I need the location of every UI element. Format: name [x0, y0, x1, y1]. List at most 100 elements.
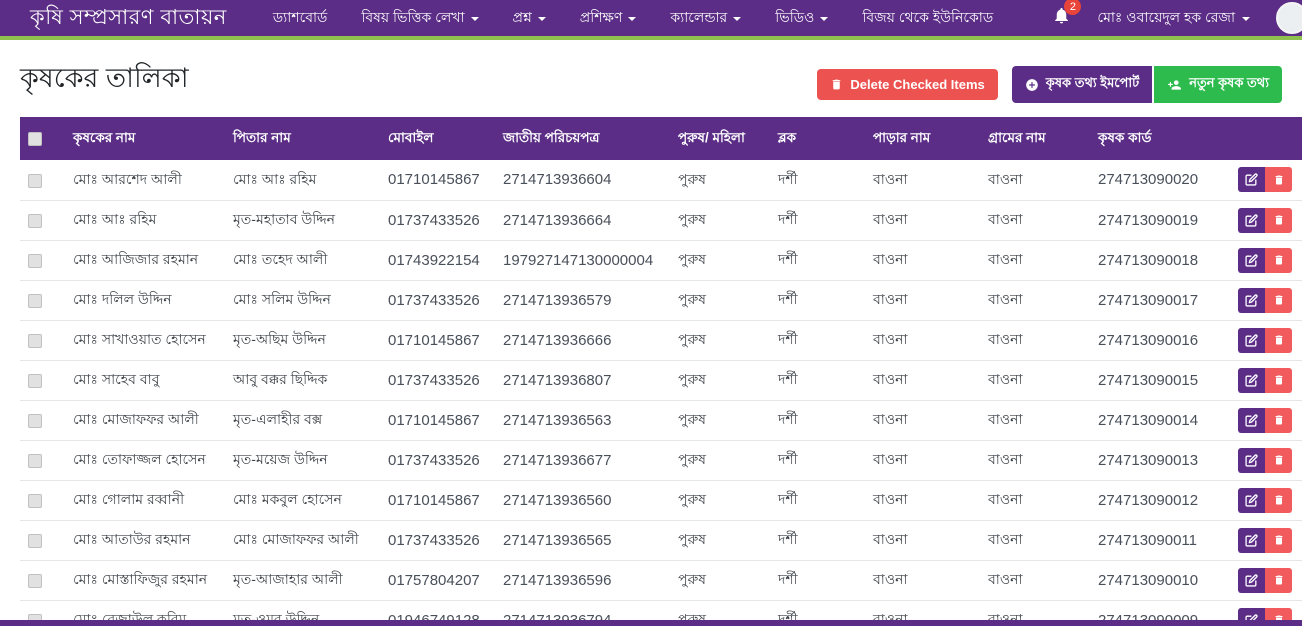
cell-para-name: বাওনা [865, 400, 980, 440]
delete-button[interactable] [1265, 208, 1292, 233]
delete-button[interactable] [1265, 448, 1292, 473]
cell-farmer-card: 274713090020 [1090, 160, 1230, 200]
row-actions [1238, 208, 1294, 233]
table-row: মোঃ আজিজার রহমান মোঃ তহেদ আলী 0174392215… [20, 240, 1302, 280]
table-row: মোঃ আরশেদ আলী মোঃ আঃ রহিম 01710145867 27… [20, 160, 1302, 200]
cell-gender: পুরুষ [670, 480, 770, 520]
cell-mobile: 01757804207 [380, 560, 495, 600]
trash-icon [1273, 254, 1285, 266]
row-checkbox[interactable] [28, 574, 42, 588]
row-checkbox[interactable] [28, 214, 42, 228]
nav-item-topic-articles[interactable]: বিষয় ভিত্তিক লেখা [361, 6, 478, 30]
cell-farmer-card: 274713090019 [1090, 200, 1230, 240]
edit-button[interactable] [1238, 167, 1265, 192]
cell-para-name: বাওনা [865, 200, 980, 240]
delete-button[interactable] [1265, 368, 1292, 393]
edit-button[interactable] [1238, 568, 1265, 593]
row-checkbox[interactable] [28, 414, 42, 428]
notifications-button[interactable]: 2 [1052, 6, 1071, 30]
farmer-table: কৃষকের নাম পিতার নাম মোবাইল জাতীয় পরিচয… [20, 117, 1302, 626]
table-row: মোঃ আতাউর রহমান মোঃ মোজাফফর আলী 01737433… [20, 520, 1302, 560]
cell-farmer-name: মোঃ মোস্তাফিজুর রহমান [65, 560, 225, 600]
nav-item-calendar[interactable]: ক্যালেন্ডার [670, 6, 741, 30]
row-actions [1238, 448, 1294, 473]
cell-village-name: বাওনা [980, 360, 1090, 400]
row-checkbox[interactable] [28, 494, 42, 508]
row-actions [1238, 248, 1294, 273]
nav-item-dashboard[interactable]: ড্যাশবোর্ড [273, 6, 328, 30]
edit-button[interactable] [1238, 368, 1265, 393]
cell-mobile: 01710145867 [380, 160, 495, 200]
cell-mobile: 01737433526 [380, 520, 495, 560]
edit-button[interactable] [1238, 328, 1265, 353]
table-row: মোঃ মোজাফফর আলী মৃত-এলাহীর বক্স 01710145… [20, 400, 1302, 440]
delete-button[interactable] [1265, 248, 1292, 273]
nav-item-bijoy-to-unicode[interactable]: বিজয় থেকে ইউনিকোড [862, 6, 993, 30]
edit-button[interactable] [1238, 448, 1265, 473]
delete-button[interactable] [1265, 488, 1292, 513]
cell-village-name: বাওনা [980, 280, 1090, 320]
cell-village-name: বাওনা [980, 160, 1090, 200]
user-menu[interactable]: মোঃ ওবায়েদুল হক রেজা [1097, 6, 1250, 30]
cell-para-name: বাওনা [865, 320, 980, 360]
edit-button[interactable] [1238, 248, 1265, 273]
delete-button[interactable] [1265, 408, 1292, 433]
cell-national-id: 2714713936604 [495, 160, 670, 200]
cell-father-name: মোঃ মোজাফফর আলী [225, 520, 380, 560]
row-actions [1238, 488, 1294, 513]
new-farmer-button[interactable]: নতুন কৃষক তথ্য [1154, 66, 1282, 103]
page-header: কৃষকের তালিকা Delete Checked Items কৃষক … [0, 40, 1302, 117]
cell-gender: পুরুষ [670, 360, 770, 400]
avatar[interactable] [1276, 2, 1302, 34]
cell-farmer-name: মোঃ আরশেদ আলী [65, 160, 225, 200]
row-checkbox[interactable] [28, 534, 42, 548]
trash-icon [1273, 414, 1285, 426]
cell-national-id: 2714713936666 [495, 320, 670, 360]
cell-father-name: মোঃ তহেদ আলী [225, 240, 380, 280]
toolbar-button-group: কৃষক তথ্য ইমপোর্ট নতুন কৃষক তথ্য [1012, 66, 1282, 103]
edit-button[interactable] [1238, 528, 1265, 553]
delete-button[interactable] [1265, 528, 1292, 553]
import-farmer-data-button[interactable]: কৃষক তথ্য ইমপোর্ট [1012, 66, 1152, 103]
delete-button[interactable] [1265, 328, 1292, 353]
cell-village-name: বাওনা [980, 400, 1090, 440]
nav-item-video[interactable]: ভিডিও [775, 6, 828, 30]
row-checkbox[interactable] [28, 454, 42, 468]
edit-icon [1245, 494, 1258, 507]
edit-button[interactable] [1238, 208, 1265, 233]
cell-para-name: বাওনা [865, 280, 980, 320]
select-all-checkbox[interactable] [28, 132, 42, 146]
cell-farmer-name: মোঃ সাখাওয়াত হোসেন [65, 320, 225, 360]
row-checkbox[interactable] [28, 334, 42, 348]
delete-button[interactable] [1265, 568, 1292, 593]
row-actions [1238, 288, 1294, 313]
cell-national-id: 2714713936565 [495, 520, 670, 560]
chevron-down-icon [820, 17, 828, 21]
brand-logo[interactable]: কৃষি সম্প্রসারণ বাতায়ন [30, 1, 227, 36]
nav-item-training[interactable]: প্রশিক্ষণ [580, 6, 637, 30]
cell-gender: পুরুষ [670, 320, 770, 360]
col-mobile: মোবাইল [380, 117, 495, 160]
row-actions [1238, 408, 1294, 433]
edit-button[interactable] [1238, 488, 1265, 513]
chevron-down-icon [733, 17, 741, 21]
edit-button[interactable] [1238, 408, 1265, 433]
trash-icon [1273, 174, 1285, 186]
row-checkbox[interactable] [28, 174, 42, 188]
delete-button[interactable] [1265, 288, 1292, 313]
nav-item-questions[interactable]: প্রশ্ন [513, 6, 546, 30]
row-checkbox[interactable] [28, 254, 42, 268]
page-title: কৃষকের তালিকা [20, 58, 189, 103]
col-village-name: গ্রামের নাম [980, 117, 1090, 160]
cell-para-name: বাওনা [865, 560, 980, 600]
notification-count-badge: 2 [1064, 0, 1081, 15]
row-checkbox[interactable] [28, 294, 42, 308]
row-checkbox[interactable] [28, 374, 42, 388]
chevron-down-icon [1242, 17, 1250, 21]
delete-checked-button[interactable]: Delete Checked Items [817, 69, 997, 100]
edit-button[interactable] [1238, 288, 1265, 313]
cell-national-id: 2714713936560 [495, 480, 670, 520]
delete-button[interactable] [1265, 167, 1292, 192]
trash-icon [1273, 534, 1285, 546]
cell-mobile: 01737433526 [380, 360, 495, 400]
